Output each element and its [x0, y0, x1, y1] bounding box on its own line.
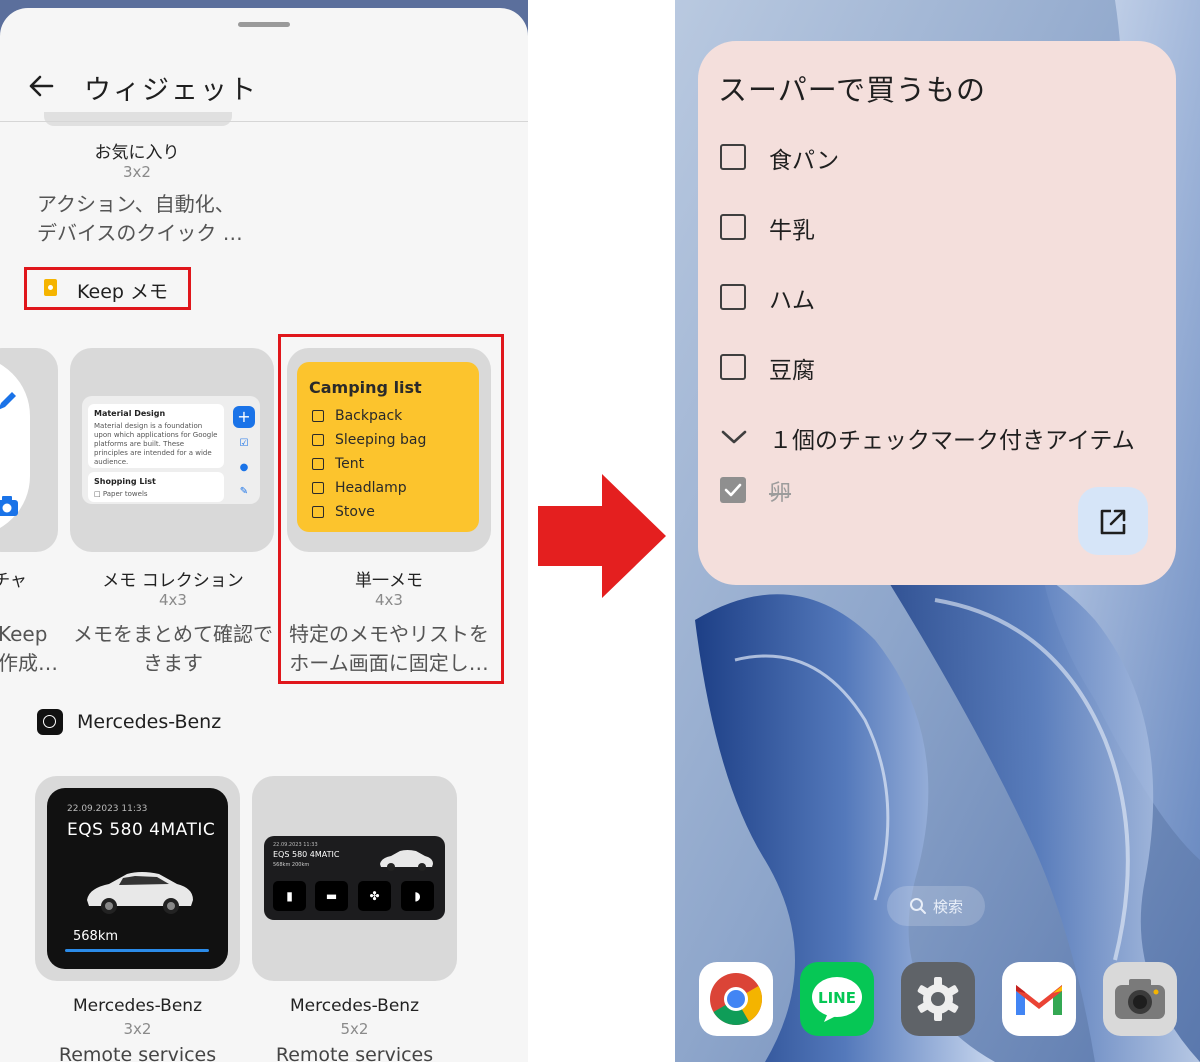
plus-icon: + — [233, 406, 255, 428]
vehicle-model: EQS 580 4MATIC — [273, 850, 340, 859]
vehicle-model: EQS 580 4MATIC — [67, 820, 216, 840]
keep-section-label: Keep メモ — [77, 281, 168, 303]
range-bar — [65, 949, 209, 952]
memo-collection-widget-size: 4x3 — [159, 591, 187, 609]
car-icon — [87, 872, 193, 914]
back-arrow-icon[interactable] — [22, 66, 62, 106]
mercedes-5x2-preview[interactable]: 22.09.2023 11:33 EQS 580 4MATIC 568km 20… — [252, 776, 457, 981]
unchecked-checkbox[interactable] — [720, 144, 746, 170]
selected-widget-highlight — [278, 334, 504, 684]
preview-shopping-note: Shopping List □ Paper towels — [88, 472, 224, 502]
mercedes-5x2-size: 5x2 — [340, 1020, 369, 1038]
checked-checkbox[interactable] — [720, 477, 746, 503]
chrome-icon — [710, 973, 762, 1025]
quick-capture-desc-2: 作成… — [0, 651, 58, 675]
list-item-label: 牛乳 — [769, 218, 815, 244]
vehicle-range: 568km 200km — [273, 862, 310, 868]
car-door-icon: ▬ — [315, 881, 348, 911]
favorites-widget-desc-1: アクション、自動化、 — [37, 192, 235, 216]
keep-app-icon — [44, 279, 57, 296]
keep-section-header: Keep メモ — [24, 267, 191, 310]
lock-icon: ▮ — [273, 881, 306, 911]
mercedes-3x2-widget: 22.09.2023 11:33 EQS 580 4MATIC 568km — [47, 788, 228, 969]
header-divider — [0, 121, 528, 122]
search-icon — [910, 898, 926, 914]
quick-capture-widget-name: チャ — [0, 571, 27, 591]
camera-icon — [0, 496, 18, 516]
gmail-app[interactable] — [1002, 962, 1076, 1036]
mercedes-3x2-desc: Remote services — [58, 1044, 217, 1062]
mercedes-3x2-name: Mercedes-Benz — [72, 996, 202, 1016]
preview-note: Material Design Material design is a fou… — [88, 404, 224, 468]
transition-arrow-icon — [538, 474, 666, 598]
open-note-button[interactable] — [1078, 487, 1148, 555]
mercedes-5x2-desc: Remote services — [275, 1044, 434, 1062]
gmail-icon — [1016, 985, 1062, 1015]
checked-item-label: 卵 — [769, 481, 792, 506]
memo-collection-desc-2: きます — [143, 651, 203, 675]
quick-capture-desc-1: Keep — [0, 622, 48, 646]
camera-icon — [1115, 979, 1165, 1019]
mic-icon: ● — [239, 462, 249, 473]
pen-icon — [0, 392, 16, 410]
checkbox-icon: ☑ — [239, 438, 249, 449]
mercedes-3x2-size: 3x2 — [123, 1020, 152, 1038]
chrome-app[interactable] — [699, 962, 773, 1036]
favorites-widget-name: お気に入り — [94, 143, 180, 163]
favorites-preview[interactable] — [44, 112, 232, 126]
vehicle-range: 568km — [73, 929, 119, 944]
search-bar[interactable]: 検索 — [887, 886, 985, 926]
favorites-widget-desc-2: デバイスのクイック … — [37, 221, 243, 245]
mercedes-app-icon — [37, 709, 63, 735]
unchecked-checkbox[interactable] — [720, 214, 746, 240]
unchecked-checkbox[interactable] — [720, 284, 746, 310]
line-app[interactable]: LINE — [800, 962, 874, 1036]
keep-quick-capture-preview[interactable] — [0, 348, 58, 552]
svg-text:LINE: LINE — [818, 989, 856, 1007]
mercedes-section-label: Mercedes-Benz — [77, 711, 222, 733]
keep-note-widget[interactable]: スーパーで買うもの 食パン 牛乳 ハム 豆腐 １個のチェックマーク付きアイテム … — [698, 41, 1176, 585]
favorites-widget-size: 3x2 — [123, 163, 151, 181]
camera-app[interactable] — [1103, 962, 1177, 1036]
home-screen: スーパーで買うもの 食パン 牛乳 ハム 豆腐 １個のチェックマーク付きアイテム … — [675, 0, 1200, 1062]
unchecked-checkbox[interactable] — [720, 354, 746, 380]
settings-app[interactable] — [901, 962, 975, 1036]
list-item-label: 食パン — [769, 148, 840, 174]
fan-icon: ✤ — [358, 881, 391, 911]
open-in-new-icon — [1100, 509, 1126, 535]
vehicle-update-time: 22.09.2023 11:33 — [273, 842, 318, 848]
check-icon — [724, 483, 742, 497]
page-title: ウィジェット — [84, 75, 258, 106]
vehicle-update-time: 22.09.2023 11:33 — [67, 804, 148, 814]
widget-picker-screen: ウィジェット お気に入り 3x2 アクション、自動化、 デバイスのクイック … … — [0, 0, 528, 1062]
memo-collection-desc-1: メモをまとめて確認で — [73, 622, 273, 646]
list-item-label: 豆腐 — [769, 358, 815, 384]
chevron-down-icon[interactable] — [720, 427, 748, 447]
mercedes-5x2-name: Mercedes-Benz — [289, 996, 419, 1016]
line-icon: LINE — [812, 977, 862, 1022]
drag-handle[interactable] — [238, 22, 290, 27]
list-item-label: ハム — [769, 288, 815, 314]
search-label: 検索 — [933, 898, 964, 916]
memo-collection-preview[interactable]: Material Design Material design is a fou… — [70, 348, 274, 552]
memo-collection-widget-name: メモ コレクション — [102, 571, 244, 591]
headlight-icon: ◗ — [401, 881, 434, 911]
mercedes-5x2-widget: 22.09.2023 11:33 EQS 580 4MATIC 568km 20… — [264, 836, 445, 920]
pen-icon: ✎ — [239, 486, 249, 497]
mercedes-3x2-preview[interactable]: 22.09.2023 11:33 EQS 580 4MATIC 568km — [35, 776, 240, 981]
car-icon — [380, 850, 433, 871]
checked-items-summary[interactable]: １個のチェックマーク付きアイテム — [769, 421, 1135, 455]
note-title[interactable]: スーパーで買うもの — [718, 67, 986, 109]
gear-icon — [917, 977, 959, 1021]
